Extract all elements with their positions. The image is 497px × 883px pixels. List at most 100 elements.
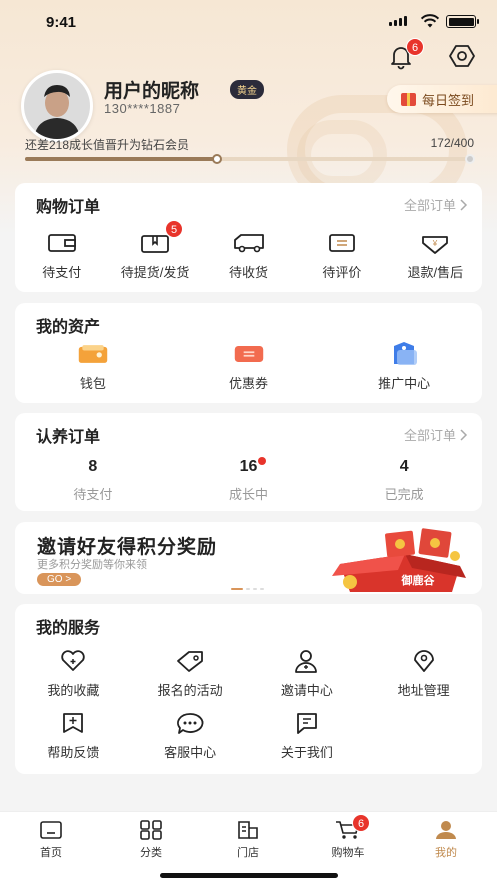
daily-checkin-button[interactable]: 每日签到 (387, 85, 497, 113)
service-label: 报名的活动 (157, 683, 223, 698)
tab-label: 首页 (40, 847, 62, 859)
order-label: 待评价 (322, 265, 362, 280)
adoption-label: 成长中 (229, 487, 269, 502)
checkin-label: 每日签到 (422, 92, 475, 108)
member-level-badge: 黄金 (230, 80, 264, 99)
store-icon (238, 821, 258, 839)
category-icon (140, 820, 162, 840)
tab-home[interactable]: 首页 (16, 820, 86, 860)
chevron-right-icon (460, 428, 468, 441)
home-icon (40, 821, 62, 839)
tab-category[interactable]: 分类 (116, 820, 186, 860)
order-label: 待支付 (42, 265, 82, 280)
tag-icon (177, 651, 204, 672)
tab-profile[interactable]: 我的 (411, 820, 481, 860)
settings-icon[interactable] (448, 42, 476, 70)
adoption-count: 8 (88, 458, 98, 475)
tab-cart[interactable]: 购物车 6 (313, 814, 383, 860)
asset-label: 推广中心 (378, 376, 431, 391)
order-label: 待提货/发货 (120, 265, 190, 280)
order-refund[interactable]: ¥ 退款/售后 (389, 230, 482, 281)
asset-coupons[interactable]: 优惠券 (171, 341, 327, 392)
pickup-icon (141, 235, 170, 253)
order-pending-review[interactable]: 待评价 (295, 230, 388, 281)
service-label: 我的收藏 (47, 683, 100, 698)
order-pending-payment[interactable]: 待支付 (15, 230, 108, 281)
banner-box-text: 御鹿谷 (401, 573, 436, 587)
coupon-icon (234, 346, 263, 362)
profile-icon (436, 821, 456, 839)
asset-wallet[interactable]: 钱包 (15, 341, 171, 392)
services-title: 我的服务 (36, 620, 101, 637)
banner-pagination (231, 588, 264, 590)
assets-title: 我的资产 (36, 319, 101, 336)
tab-label: 购物车 (331, 847, 365, 859)
service-label: 关于我们 (280, 745, 333, 760)
home-indicator (160, 873, 338, 878)
status-time: 9:41 (46, 14, 77, 31)
header-decoration (297, 120, 387, 190)
orders-title: 购物订单 (36, 199, 101, 216)
tab-label: 分类 (140, 847, 162, 859)
orders-view-all[interactable]: 全部订单 (404, 195, 468, 214)
new-dot (258, 457, 267, 465)
about-icon (296, 713, 317, 734)
signal-icon (389, 16, 407, 26)
service-activities[interactable]: 报名的活动 (132, 648, 249, 699)
service-customer-service[interactable]: 客服中心 (132, 710, 249, 761)
favorite-icon (61, 650, 86, 671)
service-feedback[interactable]: 帮助反馈 (15, 710, 132, 761)
service-label: 帮助反馈 (47, 745, 100, 760)
banner-title: 邀请好友得积分奖励 (37, 537, 218, 558)
growth-hint: 还差218成长值晋升为钻石会员 (25, 138, 190, 152)
my-assets-card: 我的资产 钱包 优惠券 推广中心 (15, 303, 482, 403)
notification-badge: 6 (406, 38, 424, 56)
order-pending-pickup[interactable]: 5 待提货/发货 (108, 220, 201, 281)
my-services-card: 我的服务 我的收藏 报名的活动 邀请中心 地址管理 帮助反馈 客服中心 关于我们 (15, 604, 482, 774)
adoption-pending-payment[interactable]: 8 待支付 (15, 458, 171, 503)
adoption-title: 认养订单 (36, 429, 101, 446)
service-address[interactable]: 地址管理 (365, 648, 482, 699)
order-label: 退款/售后 (407, 265, 464, 280)
tab-label: 我的 (435, 847, 457, 859)
order-pending-receipt[interactable]: 待收货 (202, 230, 295, 281)
growth-progress-fill (25, 154, 223, 164)
adoption-view-all[interactable]: 全部订单 (404, 425, 468, 444)
asset-promotion[interactable]: 推广中心 (326, 341, 482, 392)
user-phone: 130****1887 (104, 101, 181, 116)
customer-service-icon (177, 713, 204, 734)
shopping-orders-card: 购物订单 全部订单 待支付 5 待提货/发货 待收货 待评价 ¥ 退款/售后 (15, 183, 482, 292)
banner-subtitle: 更多积分奖励等你来领 (37, 559, 147, 571)
promotion-icon (394, 342, 418, 365)
avatar[interactable] (21, 70, 93, 142)
adoption-orders-card: 认养订单 全部订单 8 待支付 16 成长中 4 已完成 (15, 413, 482, 511)
comment-icon (329, 234, 355, 252)
user-nickname: 用户的昵称 (104, 81, 200, 102)
invite-banner[interactable]: 邀请好友得积分奖励 更多积分奖励等你来领 GO > 御鹿谷 (15, 522, 482, 594)
service-label: 地址管理 (397, 683, 450, 698)
adoption-completed[interactable]: 4 已完成 (326, 458, 482, 503)
adoption-label: 待支付 (73, 487, 113, 502)
asset-label: 钱包 (79, 376, 106, 391)
cart-badge: 6 (352, 814, 370, 832)
adoption-count: 16 (239, 457, 267, 476)
growth-value: 172/400 (430, 136, 474, 150)
adoption-label: 已完成 (384, 487, 424, 502)
service-favorites[interactable]: 我的收藏 (15, 648, 132, 699)
asset-label: 优惠券 (229, 376, 269, 391)
wallet-icon (47, 234, 76, 252)
adoption-count-value: 16 (239, 458, 258, 475)
status-bar: 9:41 (0, 0, 497, 44)
service-invite[interactable]: 邀请中心 (249, 648, 366, 699)
banner-go-button[interactable]: GO > (37, 573, 82, 586)
wifi-icon (420, 14, 440, 28)
invite-user-icon (294, 650, 317, 673)
refund-icon: ¥ (422, 236, 449, 254)
svg-text:¥: ¥ (432, 239, 438, 248)
feedback-icon (63, 713, 84, 733)
truck-icon (233, 234, 264, 253)
adoption-growing[interactable]: 16 成长中 (171, 457, 327, 503)
service-about[interactable]: 关于我们 (249, 710, 366, 761)
adoption-count: 4 (399, 458, 409, 475)
tab-store[interactable]: 门店 (213, 820, 283, 860)
